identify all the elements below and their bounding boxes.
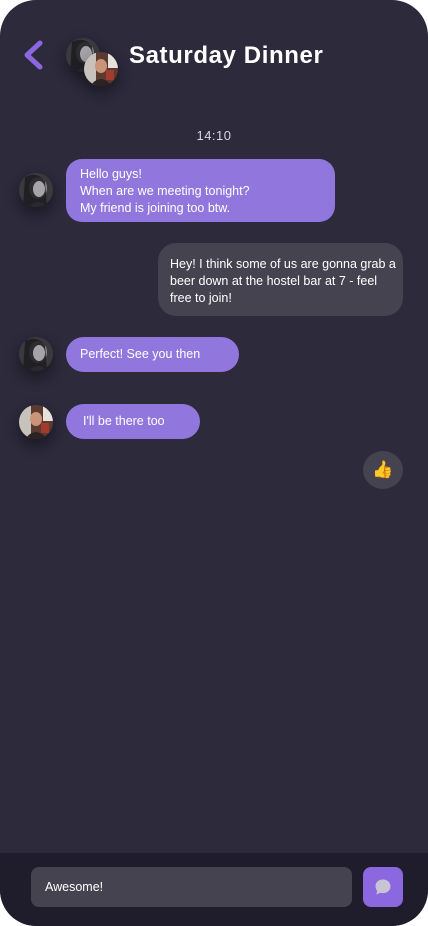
message-bubble-incoming[interactable]: Hello guys! When are we meeting tonight?… [66,159,335,222]
message-timestamp: 14:10 [196,128,232,143]
man-avatar[interactable] [19,405,53,439]
message-text: Hello guys! [80,167,142,181]
send-button[interactable] [363,867,403,907]
message-text: Hey! I think some of us are gonna grab a [170,257,396,271]
message-text: free to join! [170,291,232,305]
chat-screen: Saturday Dinner 14:10 Hello guys! When a… [0,0,428,926]
back-button[interactable] [16,38,50,72]
message-text: When are we meeting tonight? [80,184,250,198]
message-input[interactable] [31,867,352,907]
message-text: beer down at the hostel bar at 7 - feel [170,274,378,288]
chat-header: Saturday Dinner [0,0,428,110]
message-composer [0,853,428,926]
thumbs-up-icon: 👍 [372,460,394,479]
message-bubble-incoming[interactable]: I'll be there too [66,404,200,439]
message-text: My friend is joining too btw. [80,201,231,215]
message-bubble-outgoing[interactable]: Hey! I think some of us are gonna grab a… [158,243,403,316]
group-avatar[interactable] [64,36,124,88]
chevron-left-icon [24,40,43,70]
message-bubble-incoming[interactable]: Perfect! See you then [66,337,239,372]
message-text: Perfect! See you then [80,347,201,361]
woman-avatar[interactable] [19,173,53,207]
page-title: Saturday Dinner [129,42,324,69]
message-text: I'll be there too [83,414,165,428]
woman-avatar[interactable] [19,337,53,371]
chat-bubble-icon [375,879,391,895]
man-avatar [84,52,118,86]
reaction-bubble[interactable]: 👍 [363,451,403,489]
